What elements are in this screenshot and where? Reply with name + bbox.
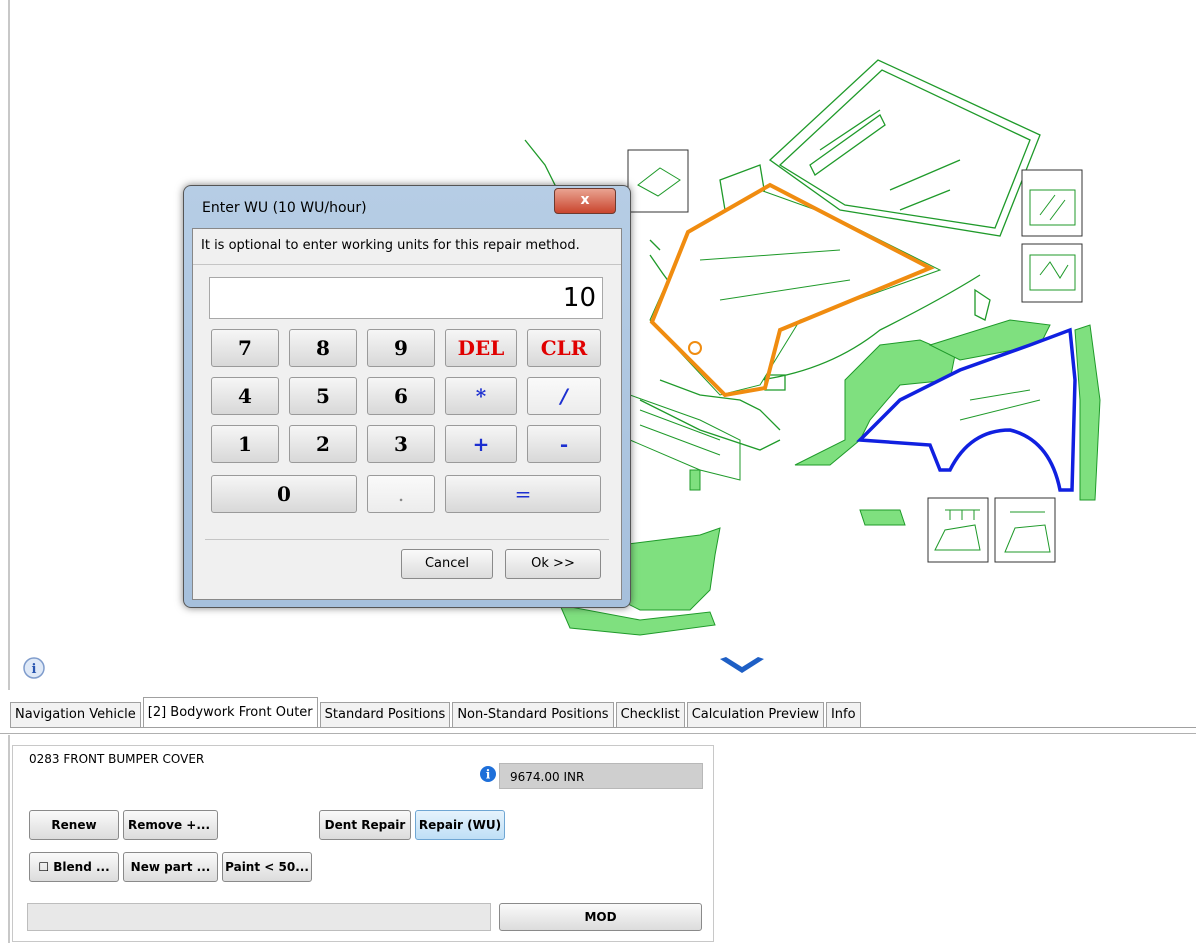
key-8[interactable]: 8 [289, 329, 357, 367]
key-4[interactable]: 4 [211, 377, 279, 415]
cancel-button[interactable]: Cancel [401, 549, 493, 579]
tab-checklist[interactable]: Checklist [615, 702, 685, 727]
section-divider [0, 733, 1196, 734]
renew-button[interactable]: Renew [29, 810, 119, 840]
remove-button[interactable]: Remove +... [123, 810, 218, 840]
info-icon[interactable]: i [479, 765, 497, 783]
status-field [27, 903, 491, 931]
wu-value-display[interactable]: 10 [209, 277, 603, 319]
repair-wu-button[interactable]: Repair (WU) [415, 810, 505, 840]
key-6[interactable]: 6 [367, 377, 435, 415]
tab-bodywork-front-outer[interactable]: [2] Bodywork Front Outer [142, 697, 318, 727]
dialog-separator [193, 264, 621, 265]
delete-key[interactable]: DEL [445, 329, 517, 367]
multiply-key[interactable]: * [445, 377, 517, 415]
key-3[interactable]: 3 [367, 425, 435, 463]
close-icon[interactable]: x [554, 188, 616, 214]
tab-non-standard-positions[interactable]: Non-Standard Positions [452, 702, 614, 727]
tab-standard-positions[interactable]: Standard Positions [319, 702, 451, 727]
dialog-separator [205, 539, 609, 540]
tab-info[interactable]: Info [825, 702, 861, 727]
clear-key[interactable]: CLR [527, 329, 601, 367]
dialog-body: It is optional to enter working units fo… [192, 228, 622, 600]
part-repair-panel: 0283 FRONT BUMPER COVER i 9674.00 INR Re… [12, 745, 714, 942]
dent-repair-button[interactable]: Dent Repair [319, 810, 411, 840]
tab-calculation-preview[interactable]: Calculation Preview [686, 702, 824, 727]
ok-button[interactable]: Ok >> [505, 549, 601, 579]
tab-bar: Navigation Vehicle [2] Bodywork Front Ou… [10, 697, 1196, 728]
decimal-key[interactable]: . [367, 475, 435, 513]
chevron-down-icon[interactable] [718, 655, 766, 677]
dialog-message: It is optional to enter working units fo… [201, 238, 580, 253]
equals-key[interactable]: = [445, 475, 601, 513]
key-7[interactable]: 7 [211, 329, 279, 367]
key-9[interactable]: 9 [367, 329, 435, 367]
paint-button[interactable]: Paint < 50... [222, 852, 312, 882]
dialog-title: Enter WU (10 WU/hour) [202, 200, 367, 216]
part-price-field: 9674.00 INR [499, 763, 703, 789]
add-key[interactable]: + [445, 425, 517, 463]
part-title: 0283 FRONT BUMPER COVER [29, 752, 205, 766]
left-divider-lower [8, 735, 10, 943]
key-1[interactable]: 1 [211, 425, 279, 463]
svg-text:i: i [32, 662, 37, 677]
tab-navigation-vehicle[interactable]: Navigation Vehicle [10, 702, 141, 727]
blend-button[interactable]: ☐ Blend ... [29, 852, 119, 882]
mod-button[interactable]: MOD [499, 903, 702, 931]
svg-text:i: i [486, 768, 491, 782]
enter-wu-dialog: Enter WU (10 WU/hour) x It is optional t… [183, 185, 631, 608]
new-part-button[interactable]: New part ... [123, 852, 218, 882]
subtract-key[interactable]: - [527, 425, 601, 463]
key-0[interactable]: 0 [211, 475, 357, 513]
info-icon[interactable]: i [22, 656, 46, 680]
key-2[interactable]: 2 [289, 425, 357, 463]
divide-key[interactable]: / [527, 377, 601, 415]
key-5[interactable]: 5 [289, 377, 357, 415]
